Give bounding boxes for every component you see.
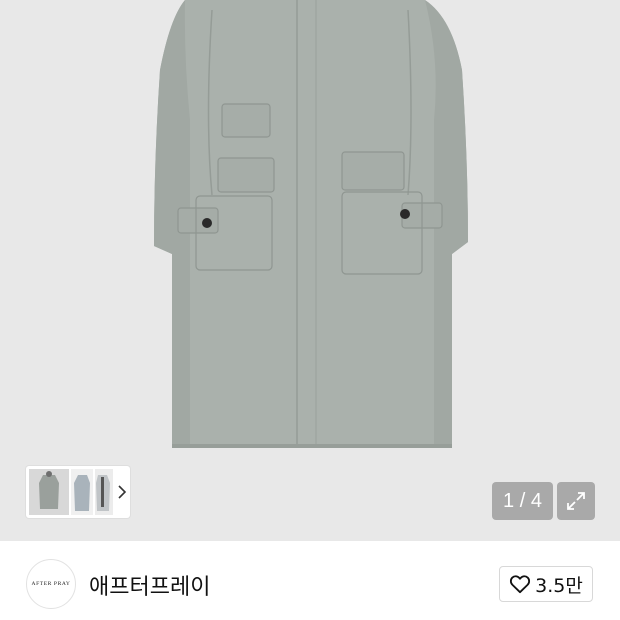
thumbnail-strip	[26, 466, 130, 518]
page-counter: 1 / 4	[492, 482, 553, 520]
product-image-gallery[interactable]: 1 / 4	[0, 0, 620, 541]
brand-name[interactable]: 애프터프레이	[89, 569, 210, 601]
chevron-right-icon[interactable]	[114, 480, 130, 504]
brand-logo[interactable]: AFTER PRAY	[26, 559, 76, 609]
brand-logo-text: AFTER PRAY	[31, 581, 71, 587]
thumbnail-2[interactable]	[71, 469, 93, 515]
product-image-coat	[154, 0, 468, 448]
thumbnail-1[interactable]	[29, 469, 69, 515]
like-count: 3.5만	[535, 574, 583, 597]
thumbnail-3[interactable]	[95, 469, 113, 515]
heart-outline-icon	[510, 575, 531, 594]
like-button[interactable]: 3.5만	[499, 566, 593, 602]
expand-arrows-icon[interactable]	[557, 482, 595, 520]
brand-bar: AFTER PRAY 애프터프레이 3.5만	[0, 541, 620, 620]
